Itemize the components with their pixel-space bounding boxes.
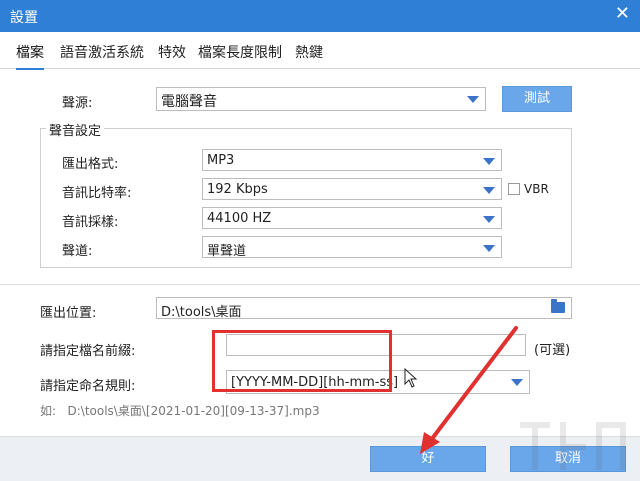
sample-rate-select[interactable]: 44100 HZ [202,207,502,229]
chevron-down-icon [483,158,495,165]
format-label: 匯出格式: [62,157,119,172]
sample-rate-label: 音訊採樣: [62,215,119,230]
tab-file-length-limit[interactable]: 檔案長度限制 [198,42,282,62]
audio-source-select[interactable]: 電腦聲音 [156,87,486,111]
naming-rule-label: 請指定命名規則: [40,379,136,394]
ok-button[interactable]: 好 [370,446,486,472]
output-location-label: 匯出位置: [40,306,97,321]
title-bar: 設置 ✕ [0,0,640,32]
audio-settings-title: 聲音設定 [46,120,105,139]
watermark-logo-icon [520,422,626,470]
bitrate-value: 192 Kbps [207,182,268,197]
close-icon[interactable]: ✕ [615,3,630,24]
chevron-down-icon [483,187,495,194]
sample-rate-value: 44100 HZ [207,211,272,226]
output-location-field[interactable]: D:\tools\桌面 [156,297,572,320]
optional-label: (可選) [534,343,571,358]
tab-bar: 檔案 語音激活系統 特效 檔案長度限制 熱鍵 [0,32,640,70]
prefix-label: 請指定檔名前綴: [40,344,136,359]
chevron-down-icon [467,96,479,103]
bitrate-label: 音訊比特率: [62,186,132,201]
chevron-down-icon [511,379,523,386]
chevron-down-icon [483,216,495,223]
window-title: 設置 [10,10,38,26]
tab-file[interactable]: 檔案 [16,42,44,70]
tab-voice-activation[interactable]: 語音激活系統 [60,42,144,62]
format-value: MP3 [207,153,235,168]
folder-icon[interactable] [551,299,565,313]
section-divider [0,284,640,285]
audio-source-label: 聲源: [62,96,93,111]
audio-source-value: 電腦聲音 [161,94,217,110]
vbr-label: VBR [524,182,549,196]
annotation-highlight-box [212,330,392,392]
example-path: 如: D:\tools\桌面\[2021-01-20][09-13-37].mp… [40,402,320,419]
example-label: 如: [40,404,57,418]
mouse-cursor-icon [404,368,418,388]
channel-label: 聲道: [62,244,93,259]
tab-effects[interactable]: 特效 [158,42,186,62]
tab-hotkeys[interactable]: 熱鍵 [295,42,323,62]
channel-value: 單聲道 [207,244,247,259]
bitrate-select[interactable]: 192 Kbps [202,178,502,200]
channel-select[interactable]: 單聲道 [202,236,502,259]
output-location-value: D:\tools\桌面 [161,305,242,320]
test-button[interactable]: 測試 [502,86,572,112]
format-select[interactable]: MP3 [202,149,502,171]
vbr-checkbox[interactable] [508,183,520,195]
example-value: D:\tools\桌面\[2021-01-20][09-13-37].mp3 [67,404,320,418]
chevron-down-icon [483,245,495,252]
